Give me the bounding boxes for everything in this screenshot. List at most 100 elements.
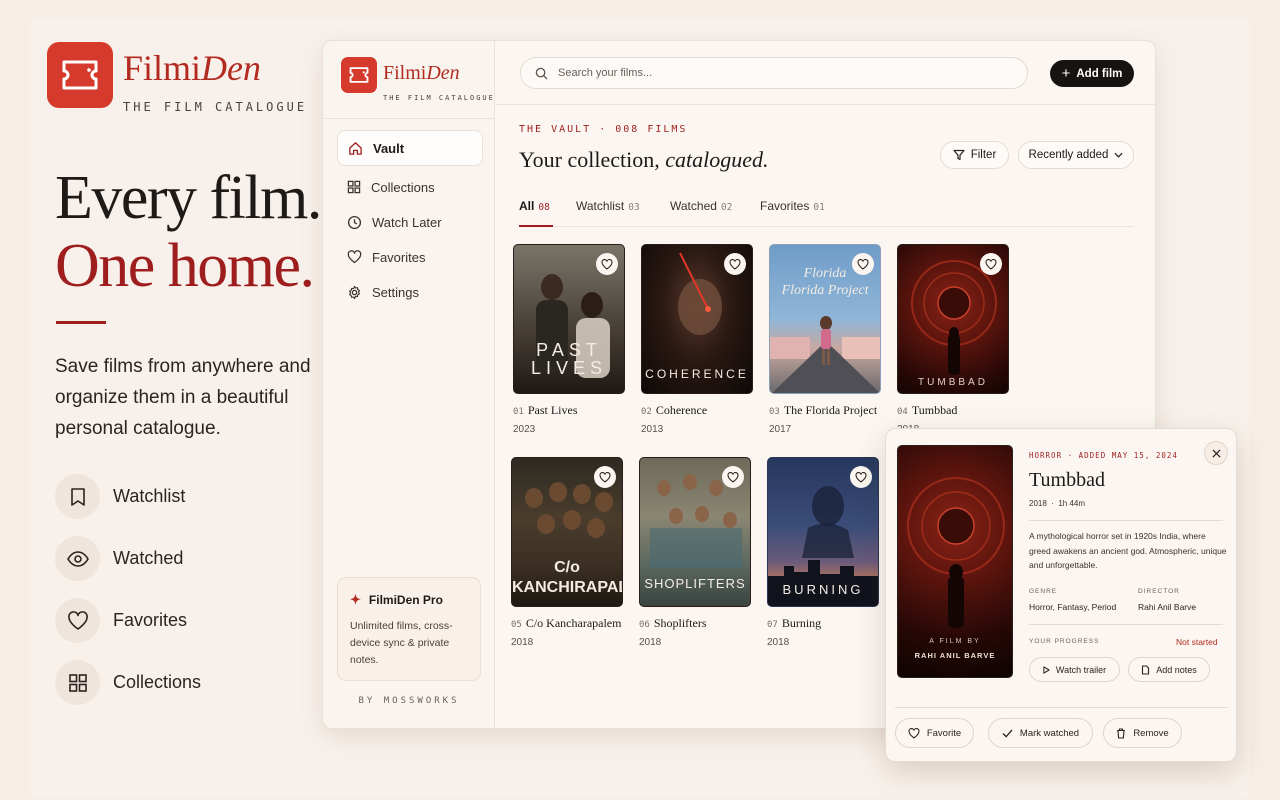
sort-label: Recently added	[1028, 149, 1109, 161]
favorite-heart-button[interactable]	[596, 253, 618, 275]
poster-kancharapalem: C/oKANCHIRAPALEM	[511, 457, 623, 607]
add-notes-label: Add notes	[1156, 664, 1197, 675]
poster-florida-project: Florida Florida Project	[769, 244, 881, 394]
film-card[interactable]: PAST LIVES 01 Past Lives 2023	[513, 244, 625, 435]
watch-trailer-label: Watch trailer	[1055, 664, 1107, 675]
check-icon	[1002, 728, 1013, 738]
close-button[interactable]	[1204, 441, 1228, 465]
favorite-heart-button[interactable]	[850, 466, 872, 488]
heart-icon	[55, 598, 100, 643]
search-placeholder: Search your films...	[558, 67, 653, 79]
top-bar: Search your films... + Add film	[495, 41, 1155, 105]
mark-watched-button[interactable]: Mark watched	[988, 718, 1093, 748]
film-title-row: 06 Shoplifters	[639, 616, 707, 630]
favorite-heart-button[interactable]	[594, 466, 616, 488]
mark-watched-label: Mark watched	[1019, 727, 1080, 739]
film-year: 2018	[767, 637, 790, 648]
poster-past-lives: PAST LIVES	[513, 244, 625, 394]
home-icon	[349, 141, 362, 155]
detail-meta: 2018 · 1h 44m	[1029, 499, 1086, 508]
film-card[interactable]: Florida Florida Project 03 The Florida Pro…	[769, 244, 881, 435]
tab-watched[interactable]: Watched 02	[670, 199, 732, 227]
poster-title: SHOPLIFTERS	[644, 576, 746, 591]
heart-icon	[857, 258, 869, 270]
poster-burning: BURNING	[767, 457, 879, 607]
brand-name: FilmiDen	[123, 48, 262, 88]
heart-icon	[599, 471, 611, 483]
pro-upsell-card[interactable]: ✦ FilmiDen Pro Unlimited films, cross-dev…	[337, 577, 481, 681]
sidebar-item-label: Favorites	[372, 249, 426, 265]
heart-icon	[347, 250, 362, 264]
sparkle-icon: ✦	[350, 592, 361, 607]
director-value: Rahi Anil Barve	[1138, 602, 1197, 612]
detail-description: A mythological horror set in 1920s India…	[1029, 531, 1227, 570]
sidebar-logo[interactable]: FilmiDen THE FILM CATALOGUE	[341, 57, 493, 102]
ticket-logo-icon	[341, 57, 377, 93]
tab-watchlist[interactable]: Watchlist 03	[576, 199, 640, 227]
hero-description: Save films from anywhere and organize th…	[55, 356, 311, 439]
sidebar: FilmiDen THE FILM CATALOGUE Vault Collec…	[323, 41, 495, 728]
pro-title: ✦ FilmiDen Pro	[350, 592, 468, 608]
add-film-button[interactable]: + Add film	[1050, 60, 1134, 87]
favorite-heart-button[interactable]	[722, 466, 744, 488]
film-card[interactable]: BURNING 07 Burning 2018	[767, 457, 879, 648]
sidebar-item-vault[interactable]: Vault	[337, 130, 483, 166]
heart-icon	[727, 471, 739, 483]
hero-line-2: One home.	[55, 232, 315, 300]
film-title-row: 04 Tumbbad	[897, 403, 958, 417]
tab-all[interactable]: All 08	[519, 199, 553, 227]
sidebar-item-settings[interactable]: Settings	[337, 274, 483, 310]
gear-icon	[349, 285, 360, 299]
pro-title-text: FilmiDen Pro	[368, 593, 443, 607]
favorite-label: Favorite	[926, 727, 962, 739]
sidebar-item-label: Collections	[371, 179, 435, 195]
sort-dropdown[interactable]: Recently added	[1018, 141, 1134, 169]
sidebar-item-watch-later[interactable]: Watch Later	[337, 204, 483, 240]
heart-icon	[729, 258, 741, 270]
filter-icon	[953, 149, 965, 161]
chevron-down-icon	[1114, 152, 1123, 158]
add-notes-button[interactable]: Add notes	[1128, 657, 1210, 682]
poster-title: BURNING	[782, 582, 864, 597]
page-title: Your collection, catalogued.	[519, 147, 769, 172]
grid-icon	[347, 180, 361, 194]
feature-favorites: Favorites	[55, 598, 187, 643]
favorite-button[interactable]: Favorite	[895, 718, 974, 748]
favorite-heart-button[interactable]	[852, 253, 874, 275]
tab-favorites[interactable]: Favorites 01	[760, 199, 825, 227]
film-title-row: 07 Burning	[767, 616, 822, 630]
heart-icon	[908, 727, 920, 739]
sidebar-item-collections[interactable]: Collections	[337, 169, 483, 205]
remove-button[interactable]: Remove	[1103, 718, 1182, 748]
film-card[interactable]: COHERENCE 02 Coherence 2013	[641, 244, 753, 435]
filter-tabs: All 08 Watchlist 03 Watched 02 Favorites 01	[519, 199, 1134, 227]
film-year: 2013	[641, 424, 664, 435]
brand-lockup: FilmiDen THE FILM CATALOGUE	[47, 42, 304, 114]
sidebar-item-favorites[interactable]: Favorites	[337, 239, 483, 275]
film-title-row: 05 C/o Kancharapalem	[511, 616, 622, 630]
feature-watched: Watched	[55, 536, 183, 581]
heart-icon	[601, 258, 613, 270]
clock-icon	[347, 215, 362, 229]
filter-label: Filter	[970, 149, 997, 161]
favorite-heart-button[interactable]	[724, 253, 746, 275]
genre-label: GENRE	[1029, 588, 1058, 595]
pro-description: Unlimited films, cross-device sync & pri…	[350, 620, 453, 666]
film-year: 2018	[639, 637, 662, 648]
bookmark-icon	[55, 474, 100, 519]
detail-poster: A FILM BY RAHI ANIL BARVE	[897, 445, 1013, 678]
favorite-heart-button[interactable]	[980, 253, 1002, 275]
search-icon	[535, 67, 548, 80]
film-card[interactable]: C/oKANCHIRAPALEM 05C/o Kancharapalem 201…	[511, 457, 623, 648]
watch-trailer-button[interactable]: Watch trailer	[1029, 657, 1120, 682]
detail-eyebrow: HORROR · ADDED MAY 15, 2024	[1029, 451, 1178, 460]
play-icon	[1043, 665, 1050, 674]
hero-line-1: Every film.	[55, 164, 322, 232]
brand-tagline: THE FILM CATALOGUE	[123, 100, 308, 114]
search-input[interactable]: Search your films...	[520, 57, 1028, 89]
filter-button[interactable]: Filter	[940, 141, 1009, 169]
plus-icon: +	[1061, 65, 1071, 82]
film-card[interactable]: SHOPLIFTERS 06 Shoplifters 2018	[639, 457, 751, 648]
sidebar-item-label: Vault	[373, 140, 405, 156]
film-card[interactable]: TUMBBAD 04Tumbbad 2018	[897, 244, 1009, 435]
